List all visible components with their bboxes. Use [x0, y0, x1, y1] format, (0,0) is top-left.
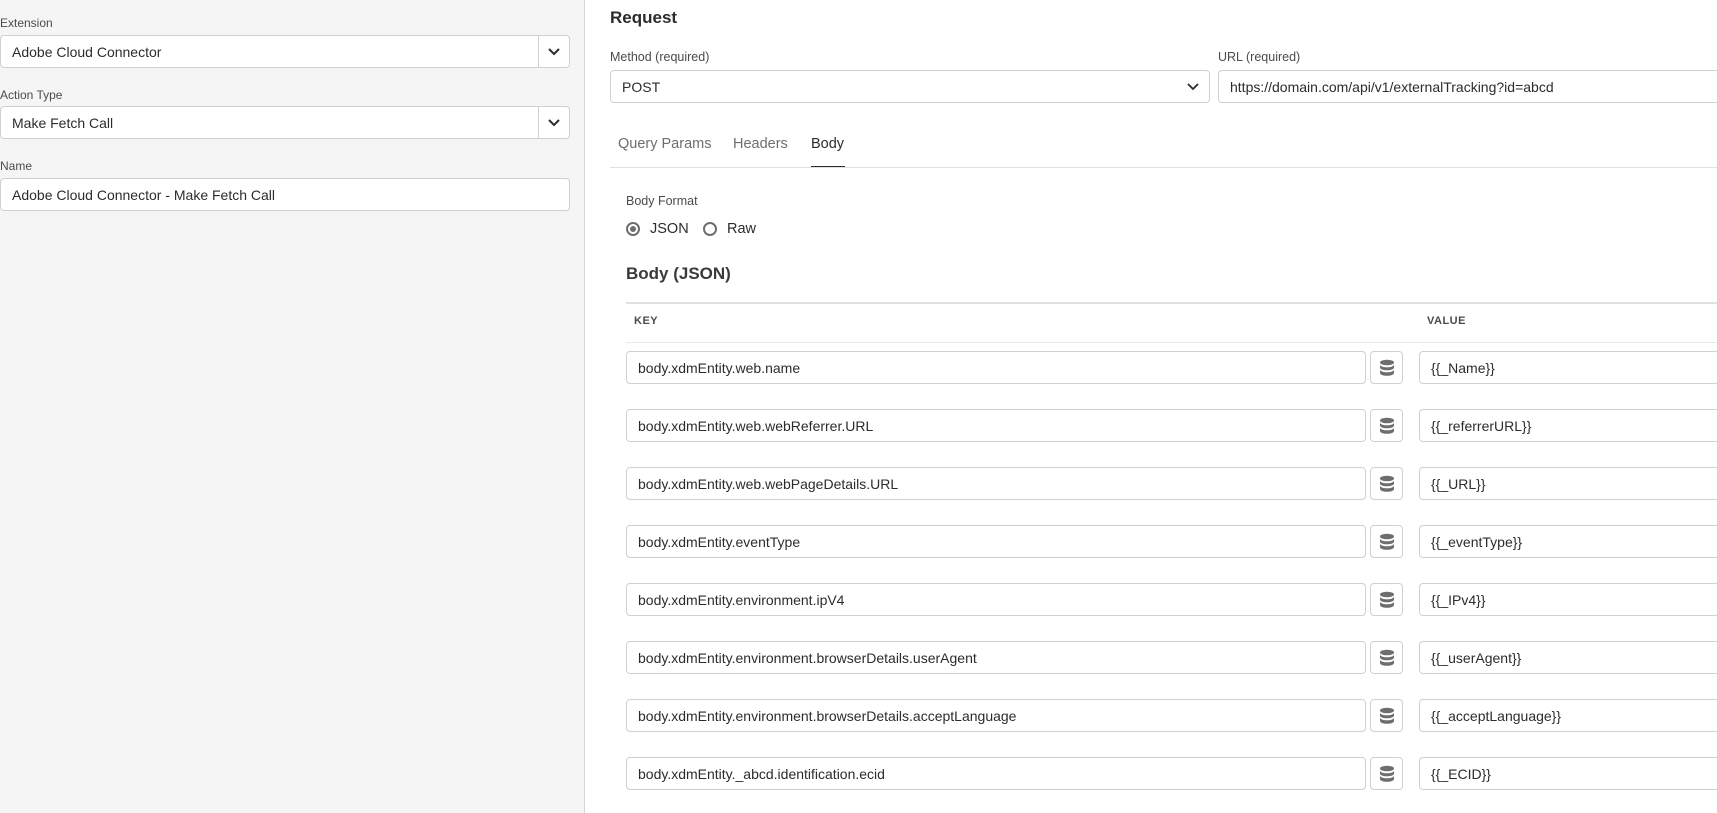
body-json-title: Body (JSON) — [626, 264, 731, 283]
table-top-border — [626, 302, 1717, 304]
value-text: {{_ECID}} — [1431, 765, 1491, 782]
value-input[interactable]: {{_IPv4}} — [1419, 583, 1717, 616]
method-select[interactable]: POST — [610, 70, 1210, 103]
tabs-divider — [610, 167, 1717, 168]
chevron-down-icon — [1187, 83, 1199, 91]
key-value: body.xdmEntity.eventType — [638, 533, 801, 550]
value-input[interactable]: {{_Name}} — [1419, 351, 1717, 384]
key-input[interactable]: body.xdmEntity.eventType — [626, 525, 1366, 558]
action-type-select[interactable]: Make Fetch Call — [0, 106, 539, 139]
name-value: Adobe Cloud Connector - Make Fetch Call — [12, 186, 276, 203]
action-type-dropdown-button[interactable] — [538, 106, 570, 139]
key-input[interactable]: body.xdmEntity.web.webPageDetails.URL — [626, 467, 1366, 500]
tab-body[interactable]: Body — [811, 136, 844, 152]
database-icon — [1379, 359, 1394, 376]
value-text: {{_referrerURL}} — [1431, 417, 1532, 434]
right-panel: Request Method (required) POST URL (requ… — [586, 0, 1717, 813]
table-row: body.xdmEntity.eventType {{_eventType}} — [626, 525, 1717, 558]
key-input[interactable]: body.xdmEntity.environment.browserDetail… — [626, 699, 1366, 732]
header-divider — [626, 342, 1717, 343]
table-row: body.xdmEntity.environment.browserDetail… — [626, 641, 1717, 674]
database-icon — [1379, 765, 1394, 782]
key-value: body.xdmEntity.web.webReferrer.URL — [638, 417, 874, 434]
value-input[interactable]: {{_ECID}} — [1419, 757, 1717, 790]
database-icon — [1379, 707, 1394, 724]
value-input[interactable]: {{_referrerURL}} — [1419, 409, 1717, 442]
value-text: {{_IPv4}} — [1431, 591, 1486, 608]
key-header: KEY — [634, 315, 659, 327]
url-input[interactable]: https://domain.com/api/v1/externalTracki… — [1218, 70, 1717, 103]
data-element-button[interactable] — [1370, 699, 1403, 732]
url-value: https://domain.com/api/v1/externalTracki… — [1230, 78, 1554, 95]
key-input[interactable]: body.xdmEntity.web.webReferrer.URL — [626, 409, 1366, 442]
radio-json-label[interactable]: JSON — [650, 221, 689, 237]
chevron-down-icon — [548, 47, 560, 55]
data-element-button[interactable] — [1370, 641, 1403, 674]
database-icon — [1379, 591, 1394, 608]
key-value: body.xdmEntity.web.name — [638, 359, 801, 376]
table-row: body.xdmEntity.environment.ipV4 {{_IPv4}} — [626, 583, 1717, 616]
value-header: VALUE — [1427, 315, 1466, 327]
value-text: {{_userAgent}} — [1431, 649, 1522, 666]
table-row: body.xdmEntity.environment.browserDetail… — [626, 699, 1717, 732]
name-label: Name — [0, 159, 33, 173]
url-label: URL (required) — [1218, 50, 1301, 64]
data-element-button[interactable] — [1370, 467, 1403, 500]
radio-raw-label[interactable]: Raw — [727, 221, 756, 237]
table-row: body.xdmEntity.web.webPageDetails.URL {{_… — [626, 467, 1717, 500]
data-element-button[interactable] — [1370, 583, 1403, 616]
action-type-label: Action Type — [0, 88, 63, 102]
key-input[interactable]: body.xdmEntity.environment.ipV4 — [626, 583, 1366, 616]
key-value: body.xdmEntity.environment.browserDetail… — [638, 649, 977, 666]
value-text: {{_eventType}} — [1431, 533, 1523, 550]
key-input[interactable]: body.xdmEntity.environment.browserDetail… — [626, 641, 1366, 674]
value-input[interactable]: {{_URL}} — [1419, 467, 1717, 500]
database-icon — [1379, 533, 1394, 550]
data-element-button[interactable] — [1370, 525, 1403, 558]
value-input[interactable]: {{_eventType}} — [1419, 525, 1717, 558]
value-text: {{_URL}} — [1431, 475, 1486, 492]
method-label: Method (required) — [610, 50, 710, 64]
name-input[interactable]: Adobe Cloud Connector - Make Fetch Call — [0, 178, 570, 211]
database-icon — [1379, 649, 1394, 666]
extension-select[interactable]: Adobe Cloud Connector — [0, 35, 539, 68]
radio-json[interactable] — [626, 222, 640, 236]
request-title: Request — [610, 8, 678, 27]
table-row: body.xdmEntity.web.webReferrer.URL {{_ref… — [626, 409, 1717, 442]
data-element-button[interactable] — [1370, 757, 1403, 790]
value-text: {{_Name}} — [1431, 359, 1495, 376]
extension-dropdown-button[interactable] — [538, 35, 570, 68]
key-value: body.xdmEntity.web.webPageDetails.URL — [638, 475, 899, 492]
radio-raw[interactable] — [703, 222, 717, 236]
value-input[interactable]: {{_userAgent}} — [1419, 641, 1717, 674]
key-input[interactable]: body.xdmEntity._abcd.identification.ecid — [626, 757, 1366, 790]
key-value: body.xdmEntity.environment.browserDetail… — [638, 707, 1017, 724]
body-format-label: Body Format — [626, 194, 698, 208]
extension-label: Extension — [0, 16, 53, 30]
data-element-button[interactable] — [1370, 351, 1403, 384]
tab-headers[interactable]: Headers — [733, 136, 788, 152]
left-panel: Extension Adobe Cloud Connector Action T… — [0, 0, 585, 813]
value-text: {{_acceptLanguage}} — [1431, 707, 1562, 724]
key-input[interactable]: body.xdmEntity.web.name — [626, 351, 1366, 384]
key-value: body.xdmEntity._abcd.identification.ecid — [638, 765, 885, 782]
table-row: body.xdmEntity.web.name {{_Name}} — [626, 351, 1717, 384]
key-value: body.xdmEntity.environment.ipV4 — [638, 591, 845, 608]
database-icon — [1379, 475, 1394, 492]
data-element-button[interactable] — [1370, 409, 1403, 442]
extension-value: Adobe Cloud Connector — [12, 43, 162, 60]
table-row: body.xdmEntity._abcd.identification.ecid… — [626, 757, 1717, 790]
value-input[interactable]: {{_acceptLanguage}} — [1419, 699, 1717, 732]
chevron-down-icon — [548, 118, 560, 126]
action-type-value: Make Fetch Call — [12, 114, 114, 131]
database-icon — [1379, 417, 1394, 434]
tab-query-params[interactable]: Query Params — [618, 136, 711, 152]
method-value: POST — [622, 78, 661, 95]
